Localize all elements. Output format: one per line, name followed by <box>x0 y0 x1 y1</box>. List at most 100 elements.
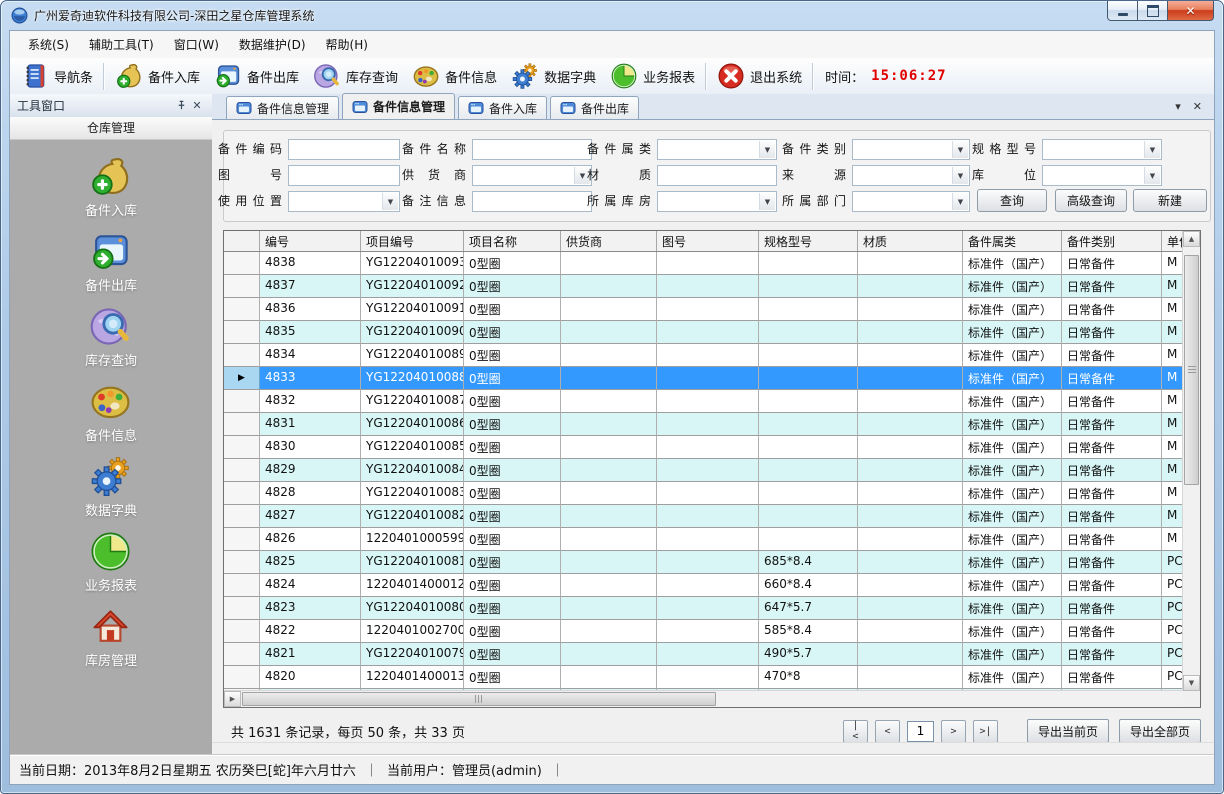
sidebar-item-biz-report[interactable]: 业务报表 <box>85 530 137 594</box>
column-header[interactable]: 编号 <box>260 231 361 251</box>
field-part-category-combo[interactable]: ▼ <box>852 139 970 160</box>
scroll-down-button[interactable]: ▼ <box>1183 675 1200 691</box>
last-page-button[interactable]: >| <box>973 720 998 743</box>
row-selector[interactable] <box>224 551 260 574</box>
toolbar-item-navbar[interactable]: 导航条 <box>14 59 100 93</box>
scroll-right-button[interactable]: ▶ <box>224 691 241 707</box>
row-selector[interactable] <box>224 298 260 321</box>
field-supplier-combo[interactable]: ▼ <box>472 165 592 186</box>
row-selector[interactable] <box>224 252 260 275</box>
pin-icon[interactable] <box>173 98 189 114</box>
close-button[interactable]: ✕ <box>1167 1 1214 21</box>
field-spec-model-combo[interactable]: ▼ <box>1042 139 1162 160</box>
row-selector[interactable] <box>224 620 260 643</box>
sidebar-item-stock-query[interactable]: 库存查询 <box>85 305 137 369</box>
advanced-query-button[interactable]: 高级查询 <box>1055 189 1127 212</box>
row-selector[interactable] <box>224 574 260 597</box>
table-row[interactable]: 482412204014000120型圈660*8.4标准件（国产）日常备件PC <box>224 574 1183 597</box>
field-usage-position-combo[interactable]: ▼ <box>288 191 400 212</box>
sidebar-section-warehouse[interactable]: 仓库管理 <box>10 117 212 140</box>
prev-page-button[interactable]: < <box>875 720 900 743</box>
row-selector[interactable] <box>224 344 260 367</box>
row-selector[interactable] <box>224 436 260 459</box>
field-source-combo[interactable]: ▼ <box>852 165 970 186</box>
row-selector[interactable]: ▶ <box>224 367 260 390</box>
menu-item[interactable]: 帮助(H) <box>316 31 378 58</box>
row-selector[interactable] <box>224 643 260 666</box>
toolbar-item-part-inbound[interactable]: 备件入库 <box>108 59 207 93</box>
first-page-button[interactable]: |< <box>843 720 868 743</box>
row-selector[interactable] <box>224 459 260 482</box>
sidebar-item-part-info[interactable]: 备件信息 <box>85 380 137 444</box>
minimize-button[interactable] <box>1107 1 1138 21</box>
field-location-combo[interactable]: ▼ <box>1042 165 1162 186</box>
row-selector[interactable] <box>224 321 260 344</box>
table-row[interactable]: 4831YG122040100860型圈标准件（国产）日常备件M <box>224 413 1183 436</box>
toolbar-item-data-dict[interactable]: 数据字典 <box>504 59 603 93</box>
vertical-scrollbar[interactable]: ▲ ▼ <box>1182 231 1200 691</box>
menu-item[interactable]: 数据维护(D) <box>229 31 316 58</box>
tab-3[interactable]: 备件出库 <box>550 96 639 119</box>
toolbar-item-biz-report[interactable]: 业务报表 <box>603 59 702 93</box>
sidebar-item-warehouse[interactable]: 库房管理 <box>85 605 137 669</box>
table-row[interactable]: 4832YG122040100870型圈标准件（国产）日常备件M <box>224 390 1183 413</box>
column-header[interactable] <box>224 231 260 251</box>
field-remark-input[interactable] <box>472 191 592 212</box>
field-material-input[interactable] <box>657 165 777 186</box>
next-page-button[interactable]: > <box>941 720 966 743</box>
table-row[interactable]: 4829YG122040100840型圈标准件（国产）日常备件M <box>224 459 1183 482</box>
toolbar-item-exit[interactable]: 退出系统 <box>710 59 809 93</box>
field-part-code-input[interactable] <box>288 139 400 160</box>
table-row[interactable]: 4836YG122040100910型圈标准件（国产）日常备件M <box>224 298 1183 321</box>
page-input[interactable] <box>907 721 934 742</box>
column-header[interactable]: 项目名称 <box>464 231 561 251</box>
row-selector[interactable] <box>224 505 260 528</box>
export-all-button[interactable]: 导出全部页 <box>1119 719 1201 743</box>
row-selector[interactable] <box>224 482 260 505</box>
scroll-up-button[interactable]: ▲ <box>1183 231 1200 247</box>
row-selector[interactable] <box>224 666 260 689</box>
table-row[interactable]: 482612204010005990型圈标准件（国产）日常备件M <box>224 528 1183 551</box>
table-row[interactable]: 4838YG122040100930型圈标准件（国产）日常备件M <box>224 252 1183 275</box>
sidebar-item-part-inbound[interactable]: 备件入库 <box>85 155 137 219</box>
row-selector[interactable] <box>224 597 260 620</box>
table-row[interactable]: 4830YG122040100850型圈标准件（国产）日常备件M <box>224 436 1183 459</box>
table-row[interactable]: 4834YG122040100890型圈标准件（国产）日常备件M <box>224 344 1183 367</box>
tab-1[interactable]: 备件信息管理 <box>342 93 455 119</box>
field-drawing-no-input[interactable] <box>288 165 400 186</box>
sidebar-close-icon[interactable]: ✕ <box>189 98 205 114</box>
menu-item[interactable]: 窗口(W) <box>164 31 229 58</box>
horizontal-scrollbar[interactable]: ◀ ▶ <box>224 690 1183 707</box>
export-current-button[interactable]: 导出当前页 <box>1027 719 1109 743</box>
tab-close-icon[interactable]: ✕ <box>1193 100 1202 113</box>
tab-2[interactable]: 备件入库 <box>458 96 547 119</box>
table-row[interactable]: 4827YG122040100820型圈标准件（国产）日常备件M <box>224 505 1183 528</box>
chevron-down-icon[interactable]: ▾ <box>1175 100 1181 113</box>
field-warehouse-combo[interactable]: ▼ <box>657 191 777 212</box>
column-header[interactable]: 供货商 <box>561 231 657 251</box>
row-selector[interactable] <box>224 413 260 436</box>
row-selector[interactable] <box>224 390 260 413</box>
column-header[interactable]: 备件属类 <box>963 231 1062 251</box>
table-row[interactable]: 4823YG122040100800型圈647*5.7标准件（国产）日常备件PC <box>224 597 1183 620</box>
table-row[interactable]: 4821YG122040100790型圈490*5.7标准件（国产）日常备件PC <box>224 643 1183 666</box>
new-button[interactable]: 新建 <box>1133 189 1207 212</box>
menu-item[interactable]: 辅助工具(T) <box>79 31 164 58</box>
vertical-scroll-thumb[interactable] <box>1184 255 1199 485</box>
sidebar-item-part-outbound[interactable]: 备件出库 <box>85 230 137 294</box>
table-row[interactable]: ▶4833YG122040100880型圈标准件（国产）日常备件M <box>224 367 1183 390</box>
toolbar-item-part-info[interactable]: 备件信息 <box>405 59 504 93</box>
table-row[interactable]: 4828YG122040100830型圈标准件（国产）日常备件M <box>224 482 1183 505</box>
horizontal-scroll-thumb[interactable] <box>242 692 716 706</box>
field-department-combo[interactable]: ▼ <box>852 191 970 212</box>
query-button[interactable]: 查询 <box>977 189 1047 212</box>
table-row[interactable]: 482012204014000130型圈470*8标准件（国产）日常备件PC <box>224 666 1183 689</box>
sidebar-item-data-dict[interactable]: 数据字典 <box>85 455 137 519</box>
column-header[interactable]: 单位 <box>1162 231 1183 251</box>
row-selector[interactable] <box>224 275 260 298</box>
menu-item[interactable]: 系统(S) <box>18 31 79 58</box>
maximize-button[interactable] <box>1137 1 1168 21</box>
field-part-name-input[interactable] <box>472 139 592 160</box>
table-row[interactable]: 4837YG122040100920型圈标准件（国产）日常备件M <box>224 275 1183 298</box>
table-row[interactable]: 482212204010027000型圈585*8.4标准件（国产）日常备件PC <box>224 620 1183 643</box>
